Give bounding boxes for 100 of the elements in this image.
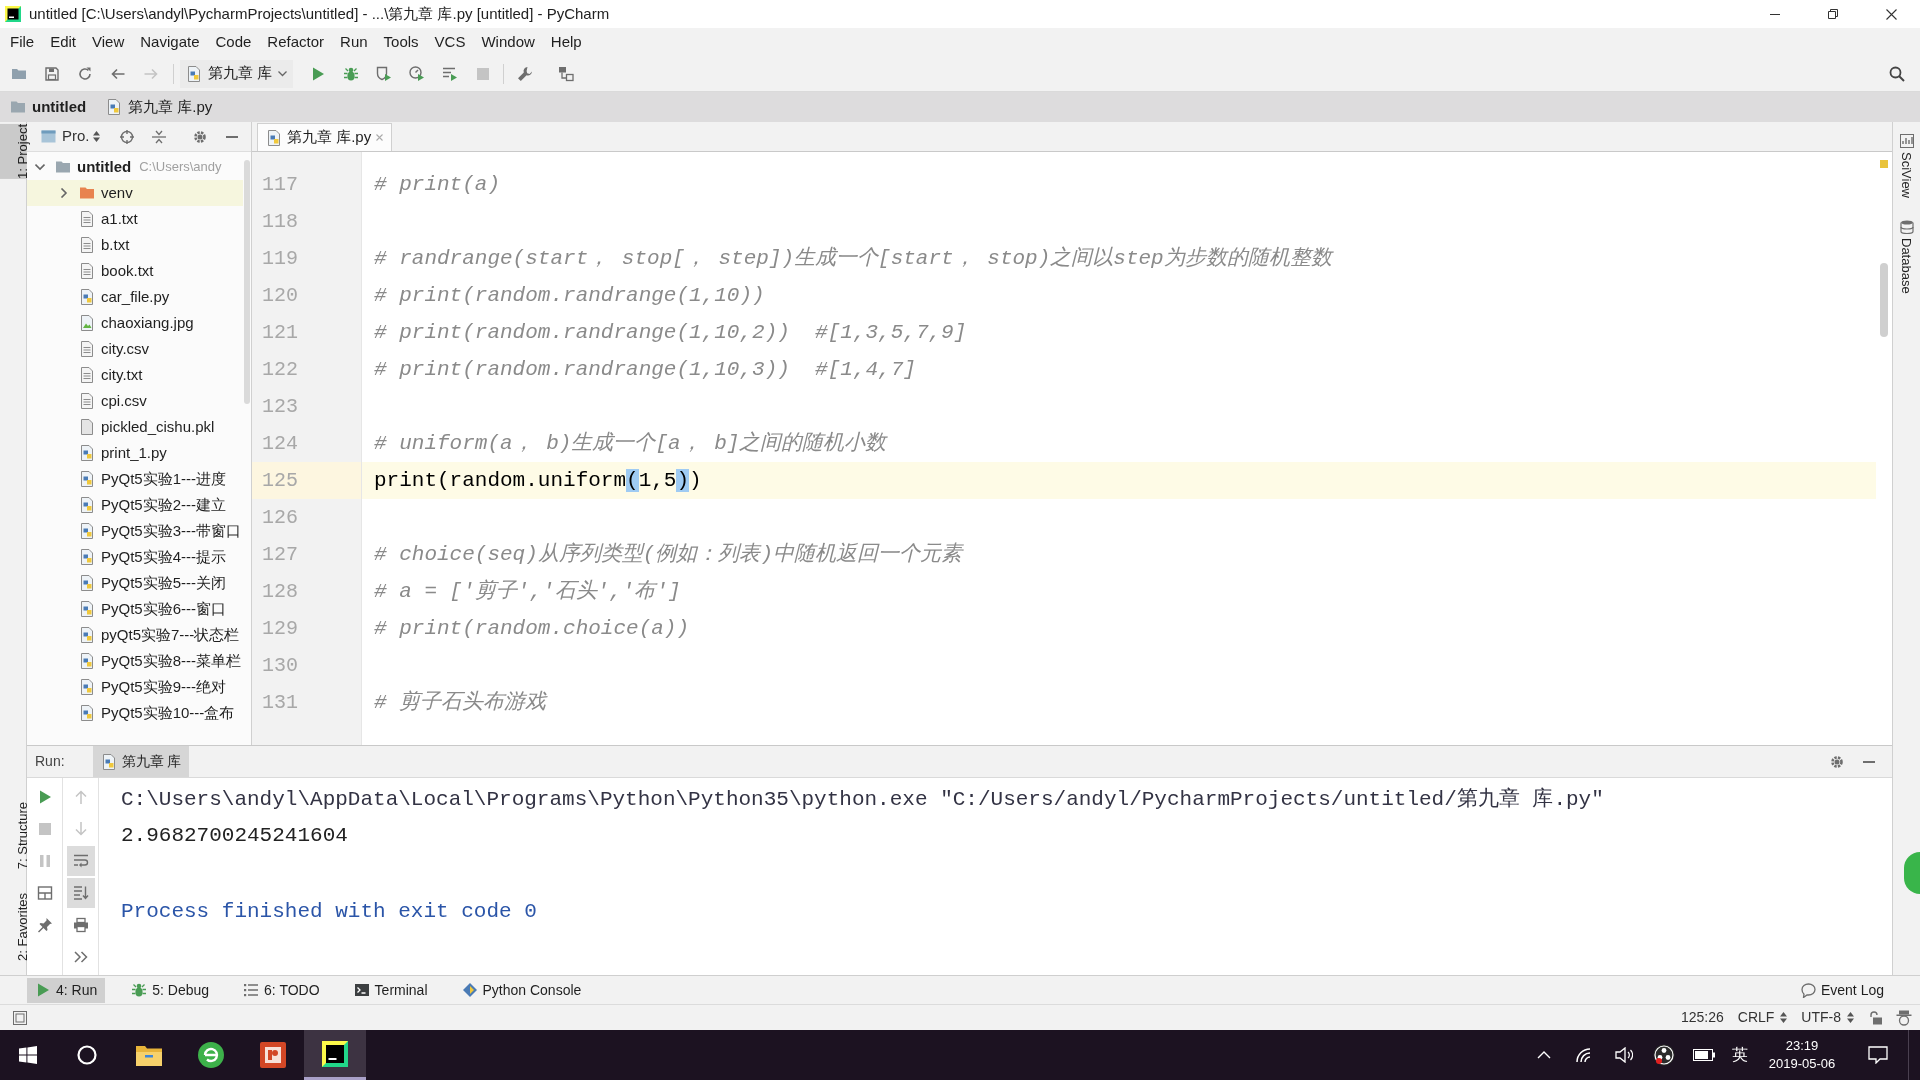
status-dropdown[interactable]: UTF-8 [1801, 1007, 1854, 1028]
menu-item[interactable]: Refactor [259, 28, 333, 56]
view-selector[interactable]: Pro. [62, 125, 100, 148]
tree-item[interactable]: chaoxiang.jpg [27, 310, 243, 336]
tree-item[interactable]: print_1.py [27, 440, 243, 466]
line-number: 125 [262, 467, 298, 494]
line-number: 123 [262, 393, 298, 420]
chevron-up-icon [1537, 1051, 1551, 1059]
menu-item[interactable]: Run [332, 28, 376, 56]
python-console-icon [461, 982, 478, 998]
tree-item[interactable]: city.txt [27, 362, 243, 388]
line-number: 127 [262, 541, 298, 568]
tool-window-tab[interactable]: 4: Run [27, 977, 106, 1003]
code-comment: # uniform(a， b)生成一个[a， b]之间的随机小数 [374, 430, 887, 457]
tree-item[interactable]: PyQt5实验6---窗口 [27, 596, 243, 622]
tree-item[interactable]: car_file.py [27, 284, 243, 310]
tree-item[interactable]: PyQt5实验1---进度 [27, 466, 243, 492]
menu-item[interactable]: File [2, 28, 43, 56]
code-comment: # randrange(start， stop[， step])生成一个[start， stop)之间以step为步数的随机整数 [374, 245, 1332, 272]
tree-item[interactable]: PyQt5实验5---关闭 [27, 570, 243, 596]
text-file-icon [79, 367, 95, 383]
updown-arrows-icon [1780, 1012, 1788, 1023]
line-number: 119 [262, 245, 298, 272]
tree-item[interactable]: city.csv [27, 336, 243, 362]
tool-window-tab[interactable]: 5: Debug [123, 977, 218, 1003]
tool-window-tab[interactable]: 6: TODO [235, 977, 328, 1003]
recorder-icon [1653, 1044, 1675, 1066]
tree-item[interactable]: venv [27, 180, 243, 206]
folder-icon [79, 185, 95, 201]
printer-icon [72, 917, 89, 933]
tree-item[interactable]: a1.txt [27, 206, 243, 232]
floating-widget-icon[interactable] [1904, 852, 1920, 894]
text-file-icon [79, 211, 95, 227]
clock[interactable]: 23:19 2019-05-06 [1756, 1030, 1848, 1080]
python-file-icon [79, 471, 95, 487]
code-comment: # print(random.randrange(1,10)) [374, 282, 765, 309]
python-file-icon [79, 601, 95, 617]
tree-item[interactable]: b.txt [27, 232, 243, 258]
tree-item[interactable]: book.txt [27, 258, 243, 284]
menu-item[interactable]: Window [473, 28, 543, 56]
breadcrumb-item[interactable]: 第九章 库.py [106, 95, 213, 119]
scrollbar-thumb[interactable] [1880, 263, 1888, 337]
tool-window-tab[interactable]: 7: Structure [0, 801, 26, 870]
tool-window-tab[interactable]: Terminal [345, 977, 436, 1003]
tree-item[interactable]: untitled C:\Users\andy [27, 154, 243, 180]
tree-item[interactable]: pickled_cishu.pkl [27, 414, 243, 440]
presentation-app-icon [260, 1042, 286, 1068]
menu-item[interactable]: Navigate [132, 28, 208, 56]
play-icon [35, 982, 51, 998]
caret-position[interactable]: 125:26 [1680, 1007, 1724, 1028]
tree-item[interactable]: PyQt5实验2---建立 [27, 492, 243, 518]
line-number: 117 [262, 171, 298, 198]
python-file-icon [100, 753, 117, 770]
tree-item[interactable]: PyQt5实验8---菜单栏 [27, 648, 243, 674]
toolbar-button[interactable] [66, 846, 95, 876]
console-output-line: C:\Users\andyl\AppData\Local\Programs\Python\Python35\python.exe "C:/Users/andyl/PycharmProjects/untitled/第九章 库.py" [121, 786, 1604, 813]
bug-icon [131, 982, 148, 998]
tool-window-tab[interactable]: SciView [1896, 130, 1917, 202]
close-icon [1885, 8, 1897, 20]
scrollbar-thumb[interactable] [244, 160, 250, 404]
minimize-icon [1770, 13, 1780, 15]
tree-item[interactable]: pyQt5实验7---状态栏 [27, 622, 243, 648]
tool-window-tab[interactable]: Database [1896, 216, 1917, 298]
speech-bubble-icon [1868, 1046, 1888, 1064]
chart-window-icon [1899, 134, 1914, 148]
python-file-icon [79, 445, 95, 461]
tool-window-tab[interactable]: Python Console [453, 977, 590, 1003]
python-file-icon [79, 653, 95, 669]
stop-icon [474, 65, 491, 82]
taskbar-app[interactable] [304, 1030, 366, 1080]
ring-icon [77, 1045, 97, 1065]
tree-item[interactable]: PyQt5实验3---带窗口 [27, 518, 243, 544]
breadcrumb-item[interactable]: untitled [10, 95, 87, 119]
python-file-icon [79, 523, 95, 539]
tree-item[interactable]: cpi.csv [27, 388, 243, 414]
run-config-dropdown[interactable]: 第九章 库 [180, 59, 294, 88]
menu-item[interactable]: VCS [426, 28, 474, 56]
collapse-icon [152, 129, 166, 144]
menu-item[interactable]: Edit [42, 28, 85, 56]
restore-icon [1828, 9, 1838, 19]
menu-item[interactable]: Tools [375, 28, 427, 56]
refresh-icon [76, 65, 93, 82]
tree-item[interactable]: PyQt5实验10---盒布 [27, 700, 243, 726]
shield-play-icon [375, 65, 392, 82]
event-log-tab[interactable]: Event Log [1800, 979, 1884, 1001]
tree-item[interactable]: PyQt5实验4---提示 [27, 544, 243, 570]
python-file-icon [266, 129, 282, 146]
line-number: 118 [262, 208, 298, 235]
python-file-icon [79, 679, 95, 695]
bug-icon [342, 65, 359, 82]
menu-item[interactable]: Help [542, 28, 590, 56]
toolbar-button[interactable] [66, 878, 95, 908]
editor-tab[interactable]: 第九章 库.py [257, 123, 393, 151]
menu-item[interactable]: Code [207, 28, 260, 56]
tool-window-tab[interactable]: 2: Favorites [0, 893, 26, 961]
tree-item[interactable]: PyQt5实验9---绝对 [27, 674, 243, 700]
run-tab[interactable]: 第九章 库 [92, 746, 190, 777]
status-dropdown[interactable]: CRLF [1737, 1007, 1788, 1028]
menu-item[interactable]: View [84, 28, 133, 56]
input-method-indicator[interactable]: 英 [1724, 1030, 1756, 1080]
